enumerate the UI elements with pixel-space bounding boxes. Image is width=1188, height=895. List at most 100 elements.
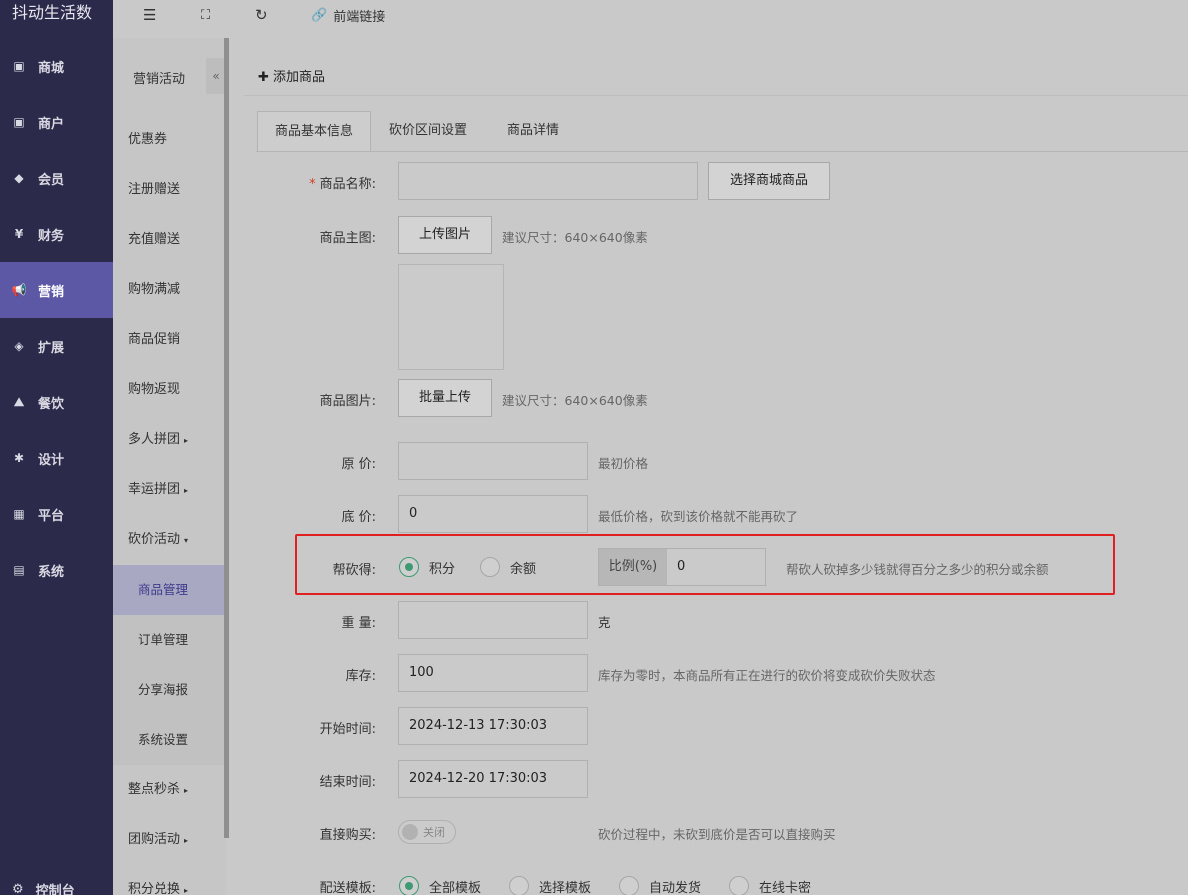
member-icon: ◆ [14,171,24,185]
subnav-item-5[interactable]: 购物返现 [113,365,226,415]
frontend-link-label: 前端链接 [333,9,386,25]
subnav-scrollbar[interactable] [224,38,229,838]
merchant-icon: ▣ [13,115,25,129]
main-image-preview[interactable] [398,264,504,370]
weight-input[interactable] [398,601,588,639]
caret-icon: ▸ [184,786,189,795]
subnav-item-6-label: 多人拼团 [128,432,181,447]
sidebar-item-label: 平台 [38,508,65,524]
subnav-item-1[interactable]: 注册赠送 [113,165,226,215]
sidebar-item-6[interactable]: ⛰ 餐饮 [0,374,113,430]
subnav-item-3[interactable]: 购物满减 [113,265,226,315]
subnav-item-3-label: 购物满减 [128,282,181,297]
original-price-input[interactable] [398,442,588,480]
direct-buy-switch[interactable]: 关闭 [398,820,456,844]
subnav-after-1[interactable]: 团购活动 ▸ [113,815,226,865]
sidebar-item-label: 控制台 [35,884,75,895]
radio-select-template[interactable]: 选择模板 [509,876,591,895]
tab-product-detail[interactable]: 商品详情 [485,111,581,152]
batch-upload-button[interactable]: 批量上传 [398,379,492,417]
subnav-item-2-label: 充值赠送 [128,232,181,247]
dining-icon: ⛰ [13,394,25,409]
start-time-input[interactable]: 2024-12-13 17:30:03 [398,707,588,745]
cube-icon: ◈ [14,339,24,353]
page-title-text: 添加商品 [273,70,326,85]
link-icon: 🔗 [311,7,328,23]
sidebar-item-label: 财务 [38,228,65,244]
menu-toggle-icon[interactable]: ☰ [143,4,156,26]
sidebar-item-8[interactable]: ▦ 平台 [0,486,113,542]
main-image-hint: 建议尺寸：640×640像素 [502,230,648,245]
radio-label: 选择模板 [539,880,592,895]
subnav-after-1-label: 团购活动 [128,832,181,847]
subnav-item-4[interactable]: 商品促销 [113,315,226,365]
sidebar-item-label: 餐饮 [38,396,65,412]
caret-icon: ▸ [184,886,189,895]
radio-label: 自动发货 [649,880,702,895]
sidebar-item-5[interactable]: ◈ 扩展 [0,318,113,374]
sidebar-item-2[interactable]: ◆ 会员 [0,150,113,206]
start-time-label: 开始时间: [319,722,376,737]
end-time-input[interactable]: 2024-12-20 17:30:03 [398,760,588,798]
direct-buy-hint: 砍价过程中，未砍到底价是否可以直接购买 [598,827,836,842]
refresh-icon[interactable]: ↻ [255,4,268,26]
subnav-child-0-label: 商品管理 [138,582,189,597]
subnav-item-2[interactable]: 充值赠送 [113,215,226,265]
title-divider [244,95,1188,96]
monitor-icon: ▤ [13,563,25,577]
radio-unchecked-icon [509,876,529,895]
sidebar-item-3[interactable]: ¥ 财务 [0,206,113,262]
store-icon: ▣ [13,59,25,73]
delivery-label: 配送模板: [319,881,376,895]
sidebar-item-7[interactable]: ✱ 设计 [0,430,113,486]
subnav-item-0[interactable]: 优惠券 [113,115,226,165]
end-time-label: 结束时间: [319,775,376,790]
original-price-hint: 最初价格 [598,456,649,471]
images-label: 商品图片: [319,394,376,409]
sidebar-item-console[interactable]: ⚙ 控制台 [12,880,75,895]
subnav-item-7[interactable]: 幸运拼团 ▸ [113,465,226,515]
weight-unit: 克 [598,615,611,630]
sidebar-item-label: 会员 [38,172,65,188]
caret-icon: ▸ [184,486,189,495]
highlight-annotation-box [295,534,1115,595]
stock-hint: 库存为零时，本商品所有正在进行的砍价将变成砍价失败状态 [598,668,936,683]
caret-icon: ▸ [184,436,189,445]
subnav-after-2-label: 积分兑换 [128,882,181,895]
sidebar-item-0[interactable]: ▣ 商城 [0,38,113,94]
radio-online-card[interactable]: 在线卡密 [729,876,811,895]
sidebar-item-1[interactable]: ▣ 商户 [0,94,113,150]
sidebar-item-9[interactable]: ▤ 系统 [0,542,113,598]
radio-unchecked-icon [619,876,639,895]
subnav-after-0[interactable]: 整点秒杀 ▸ [113,765,226,815]
weight-label: 重 量: [341,616,376,631]
subnav-after-2[interactable]: 积分兑换 ▸ [113,865,226,895]
radio-all-templates[interactable]: 全部模板 [399,876,481,895]
subnav-child-2[interactable]: 分享海报 [113,665,224,715]
plus-icon: ✚ [258,70,269,85]
fullscreen-icon[interactable]: ⛶ [201,4,210,26]
images-hint: 建议尺寸：640×640像素 [502,393,648,408]
frontend-link-button[interactable]: 🔗 前端链接 [311,4,385,26]
tab-price-range[interactable]: 砍价区间设置 [371,111,485,152]
sidebar-item-4[interactable]: 📢 营销 [0,262,113,318]
subnav-item-8-label: 砍价活动 [128,532,181,547]
subnav-item-8[interactable]: 砍价活动 ▾ [113,515,226,565]
radio-auto-ship[interactable]: 自动发货 [619,876,701,895]
subnav-item-6[interactable]: 多人拼团 ▸ [113,415,226,465]
collapse-subnav-button[interactable]: « [206,58,226,94]
subnav-child-3[interactable]: 系统设置 [113,715,224,765]
brand-logo: 抖动生活数 [12,3,93,22]
select-product-button[interactable]: 选择商城商品 [708,162,830,200]
tab-basic-info[interactable]: 商品基本信息 [257,111,371,152]
upload-image-button[interactable]: 上传图片 [398,216,492,254]
stock-input[interactable]: 100 [398,654,588,692]
subnav-child-0[interactable]: 商品管理 [113,565,224,615]
subnav-item-5-label: 购物返现 [128,382,181,397]
subnav-title: 营销活动 [133,72,186,87]
subnav-child-1[interactable]: 订单管理 [113,615,224,665]
top-toolbar: ☰ ⛶ ↻ 🔗 前端链接 [113,0,1188,38]
subnav-item-1-label: 注册赠送 [128,182,181,197]
floor-price-input[interactable]: 0 [398,495,588,533]
product-name-input[interactable] [398,162,698,200]
